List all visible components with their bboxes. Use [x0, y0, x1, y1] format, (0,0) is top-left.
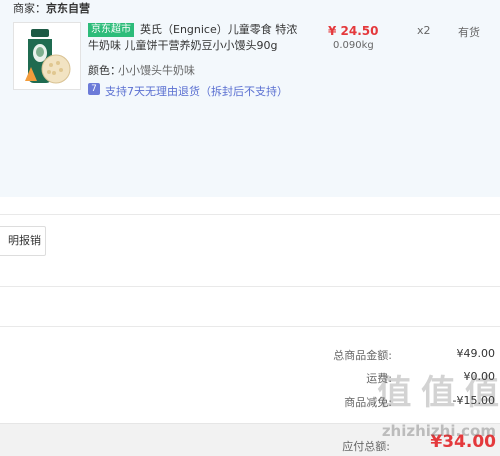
- divider: [0, 286, 500, 287]
- product-quantity: x2: [417, 24, 431, 37]
- goods-total-label: 总商品金额:: [333, 349, 392, 362]
- payable-label: 应付总额:: [342, 440, 390, 453]
- seller-info: 商家：京东自营: [13, 0, 90, 16]
- color-value: 小小馒头牛奶味: [118, 64, 195, 77]
- product-price: ¥ 24.50: [328, 24, 379, 38]
- stock-status: 有货: [458, 26, 480, 39]
- divider: [0, 214, 500, 215]
- seller-prefix: 商家：: [13, 2, 46, 15]
- product-card: 商家：京东自营 京东超市 英氏（Engnice）儿童零食 特浓 牛奶味 儿童饼干…: [0, 0, 500, 197]
- watermark-logo: 值 值 值: [377, 373, 499, 413]
- color-label: 颜色：: [88, 64, 121, 77]
- product-weight: 0.090kg: [333, 40, 374, 51]
- invoice-button[interactable]: 明报销: [0, 226, 46, 256]
- discount-label: 商品减免:: [344, 396, 392, 409]
- product-thumbnail[interactable]: [13, 22, 81, 90]
- watermark-url: zhizhizhi.com: [381, 422, 496, 440]
- product-title-line1[interactable]: 英氏（Engnice）儿童零食 特浓: [140, 23, 297, 37]
- product-title-line2[interactable]: 牛奶味 儿童饼干营养奶豆小小馒头90g: [88, 39, 277, 53]
- return-policy-text: 支持7天无理由退货（拆封后不支持）: [105, 85, 288, 98]
- seller-name[interactable]: 京东自营: [46, 2, 90, 15]
- shipping-label: 运费:: [366, 372, 392, 385]
- goods-total-value: ¥49.00: [456, 347, 496, 360]
- divider: [0, 326, 500, 327]
- product-image: [14, 23, 80, 89]
- jd-supermarket-badge: 京东超市: [88, 23, 134, 37]
- return-policy-icon: 7: [88, 83, 100, 95]
